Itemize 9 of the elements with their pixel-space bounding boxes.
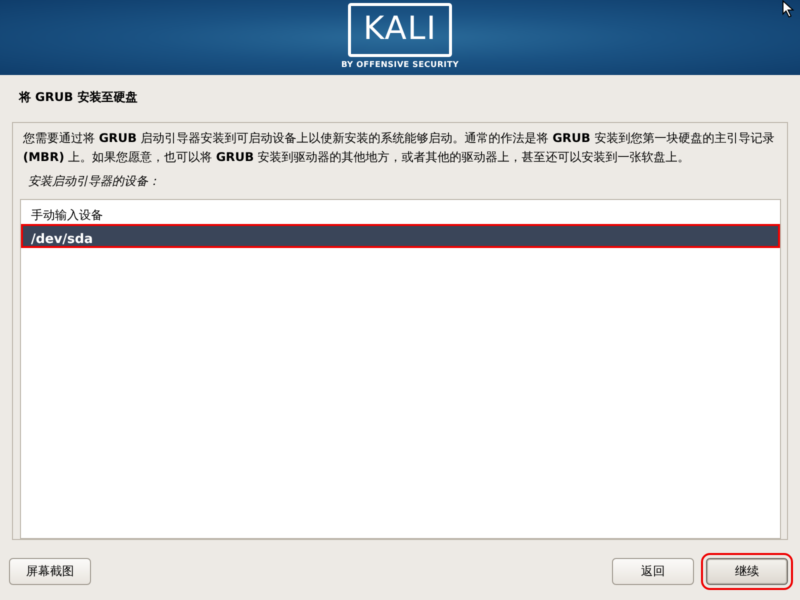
description-text: 您需要通过将 GRUB 启动引导器安装到可启动设备上以使新安装的系统能够启动。通常的作法是将 GRUB 安装到您第一块硬盘的主引导记录 (MBR) 上。如果您愿意，也可以将 GRUB 安装到驱动器的其他地方，或者其他的驱动器上，甚至还可以安装到一张软盘上。 <box>22 130 776 166</box>
page-title: 将 GRUB 安装至硬盘 <box>19 90 138 104</box>
device-prompt: 安装启动引导器的设备： <box>28 174 160 188</box>
back-button[interactable]: 返回 <box>612 558 694 584</box>
device-list-item[interactable]: /dev/sda <box>21 224 780 248</box>
logo: KALI <box>348 3 452 57</box>
screenshot-button[interactable]: 屏幕截图 <box>9 558 91 584</box>
logo-tagline: BY OFFENSIVE SECURITY <box>341 60 459 70</box>
device-list-item[interactable]: 手动输入设备 <box>21 200 780 224</box>
